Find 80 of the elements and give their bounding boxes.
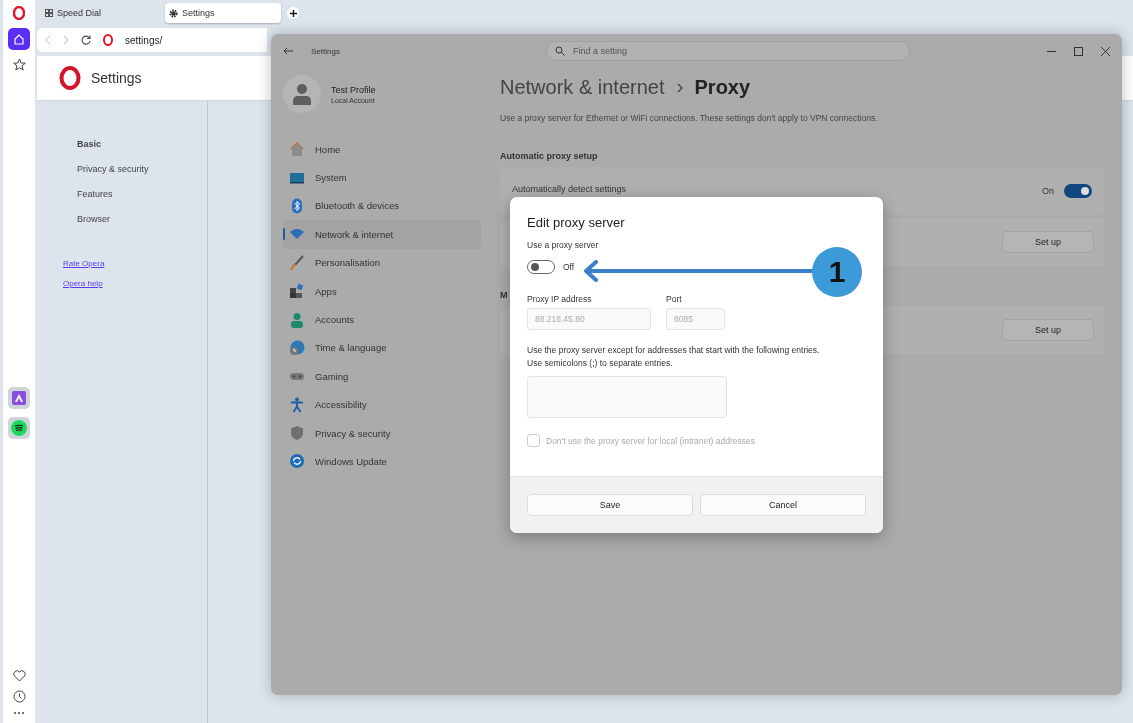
home-icon [13,33,25,45]
maximize-icon[interactable] [1074,46,1083,56]
nav-item[interactable]: Basic [77,139,207,149]
bluetooth-icon [289,197,305,214]
nav-item[interactable]: Windows Update [283,447,481,476]
link[interactable]: Opera help [63,279,207,288]
help-text: Use the proxy server except for addresses that start with the following entries. [527,344,821,357]
reload-icon[interactable] [81,35,91,45]
heart-icon[interactable] [12,670,26,682]
nav-item[interactable]: Bluetooth & devices [283,191,481,221]
profile-name: Test Profile [331,84,376,95]
window-title: Settings [311,46,340,56]
apps-icon [289,283,305,300]
toggle-state: On [1042,186,1054,196]
toggle-switch[interactable] [1064,184,1092,198]
nav-item[interactable]: Network & internet [283,220,481,249]
sync-icon [289,453,305,470]
setup-button[interactable]: Set up [1002,231,1094,253]
nav-item[interactable]: Browser [77,214,207,224]
nav-item[interactable]: Privacy & security [77,164,207,174]
person-icon [292,83,312,105]
app-shortcut[interactable] [8,417,30,439]
star-icon[interactable] [12,58,26,71]
music-logo-icon [11,420,27,436]
nav-item[interactable]: Apps [283,276,481,306]
setup-button[interactable]: Set up [1002,319,1094,341]
nav-item[interactable]: System [283,163,481,192]
grid-icon [45,9,53,17]
nav-item[interactable]: Home [283,135,481,164]
setting-label: Automatically detect settings [512,184,627,194]
browser-tab[interactable]: Speed Dial [41,3,159,23]
field-label: Port [666,294,683,304]
clock-icon[interactable] [12,690,26,703]
more-icon[interactable] [13,711,25,715]
section-heading: M [500,290,508,300]
house-icon [289,141,305,158]
page-heading: Proxy [694,76,751,99]
link[interactable]: Rate Opera [63,259,207,268]
triangle-logo-icon [12,391,26,405]
nav-item[interactable]: Accessibility [283,390,481,419]
browser-tab[interactable]: Settings [165,3,281,23]
dialog-title: Edit proxy server [527,215,626,230]
search-field[interactable]: Find a setting [545,41,910,61]
person-icon [289,311,305,328]
breadcrumb-link[interactable]: Network & internet [500,76,665,99]
brush-icon [289,254,305,271]
plus-icon [289,9,297,17]
opera-logo-icon[interactable] [13,6,25,20]
opera-logo-icon [103,34,113,46]
description: Use a proxy server for Ethernet or WiFi connections. These settings don't apply to VPN connections. [500,113,879,123]
nav-item[interactable]: Personalisation [283,248,481,277]
help-text: Use semicolons (;) to separate entries. [527,357,674,370]
new-tab-button[interactable] [287,7,299,19]
nav-item[interactable]: Features [77,189,207,199]
toggle-switch[interactable] [527,260,555,274]
dialog-button[interactable]: Save [527,494,693,516]
nav-item[interactable]: Accounts [283,305,481,334]
opera-logo-icon [59,66,81,90]
accessibility-icon [289,396,305,413]
nav-item[interactable]: Gaming [283,362,481,391]
checkbox-label: Don't use the proxy server for local (intranet) addresses [546,435,756,446]
app-shortcut[interactable] [8,387,30,409]
home-button[interactable] [8,28,30,50]
toggle-label: Use a proxy server [527,240,600,250]
search-icon [554,46,565,56]
dialog-button[interactable]: Cancel [700,494,866,516]
back-arrow-icon[interactable] [283,47,293,55]
address-bar[interactable]: settings/ [37,28,267,52]
section-heading: Automatic proxy setup [500,151,598,161]
toggle-state: Off [563,262,575,272]
nav-item[interactable]: Privacy & security [283,418,481,448]
gear-icon [169,8,178,18]
field-label: Proxy IP address [527,294,593,304]
close-icon[interactable] [1101,46,1110,56]
url-text: settings/ [125,34,163,46]
shield-icon [289,425,305,442]
page-title: Settings [91,70,142,86]
nav-item[interactable]: Time & language [283,333,481,363]
globe-clock-icon [289,339,305,356]
chevron-icon [676,82,683,93]
